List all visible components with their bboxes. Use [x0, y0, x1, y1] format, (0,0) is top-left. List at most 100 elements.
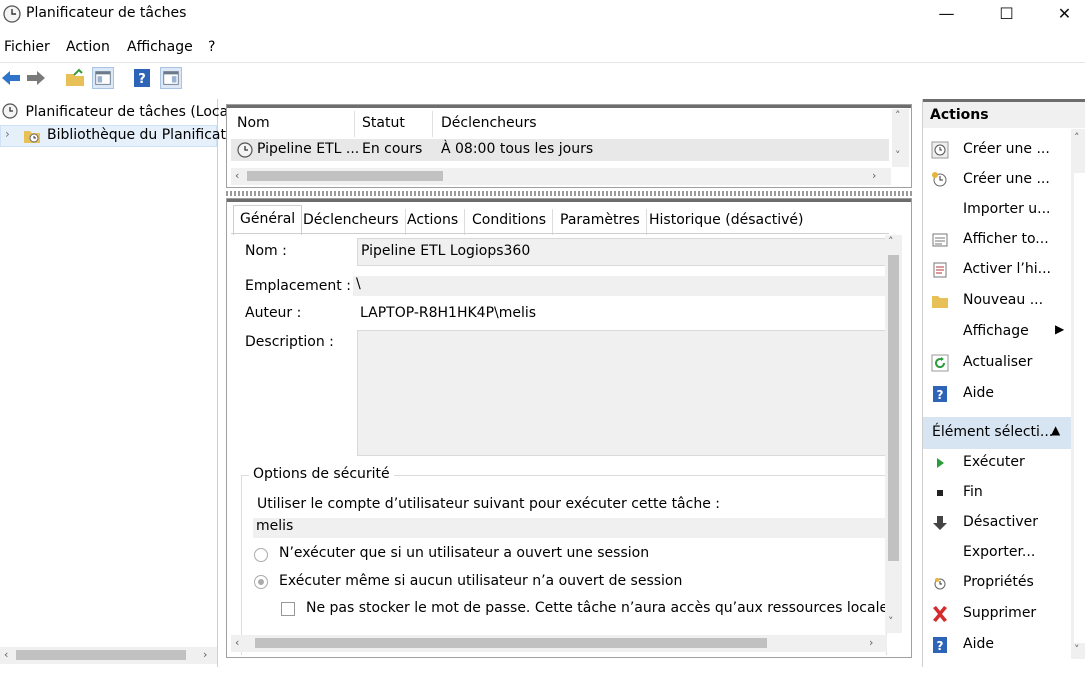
back-arrow-icon[interactable] — [0, 67, 22, 89]
tab-conditions[interactable]: Conditions — [466, 209, 554, 235]
toolbar: ? — [0, 62, 1085, 92]
title-bar: Planificateur de tâches — ☐ ✕ — [0, 0, 1085, 30]
run-icon — [937, 458, 944, 468]
tree-item-root[interactable]: Planificateur de tâches (Local) — [2, 103, 238, 125]
tree-library-label: Bibliothèque du Planificat — [47, 127, 226, 143]
tab-general[interactable]: Général — [233, 205, 303, 235]
user-account-field: melis — [253, 518, 887, 538]
action-label: Désactiver — [963, 514, 1038, 530]
radio-run-logged-on[interactable] — [254, 548, 268, 562]
collapse-arrow-icon[interactable]: ▲ — [1051, 423, 1060, 437]
scroll-right-icon[interactable]: › — [872, 169, 876, 182]
create-task-clock-icon — [931, 141, 949, 159]
menu-bar: Fichier Action Affichage ? — [0, 36, 1085, 60]
help-icon: ? — [933, 637, 947, 653]
show-hide-console-tree-icon[interactable] — [92, 67, 114, 89]
column-header-triggers[interactable]: Déclencheurs — [441, 115, 537, 131]
action-label: Nouveau ... — [963, 292, 1044, 308]
action-new-folder[interactable]: Nouveau ... — [923, 286, 1071, 316]
security-options-legend: Options de sécurité — [249, 466, 394, 482]
scroll-right-icon[interactable]: › — [203, 648, 207, 661]
chevron-right-icon[interactable]: › — [5, 127, 10, 141]
action-properties[interactable]: Propriétés — [923, 568, 1071, 598]
tab-triggers[interactable]: Déclencheurs — [297, 209, 406, 235]
scroll-left-icon[interactable]: ‹ — [4, 648, 8, 661]
action-label: Supprimer — [963, 605, 1037, 621]
action-view[interactable]: Affichage ▶ — [923, 317, 1071, 347]
actions-header: Actions — [923, 102, 1085, 128]
action-disable[interactable]: Désactiver — [923, 508, 1071, 538]
action-enable-history[interactable]: Activer l’hi... — [923, 255, 1071, 285]
action-label: Créer une ... — [963, 171, 1050, 187]
detail-vertical-scrollbar[interactable]: ˄ ˅ — [885, 235, 902, 633]
action-label: Importer u... — [963, 201, 1051, 217]
scroll-left-icon[interactable]: ‹ — [235, 636, 239, 649]
minimize-button[interactable]: — — [918, 0, 975, 30]
detail-horizontal-scrollbar[interactable]: ‹ › — [231, 635, 887, 652]
task-properties-pane: Général Déclencheurs Actions Conditions … — [226, 198, 912, 658]
menu-action[interactable]: Action — [66, 39, 110, 55]
tab-settings[interactable]: Paramètres — [554, 209, 647, 235]
task-list-vertical-scrollbar[interactable]: ˄ ˅ — [892, 109, 909, 167]
scroll-thumb[interactable] — [1074, 173, 1085, 643]
action-run[interactable]: Exécuter — [923, 448, 1071, 478]
svg-text:?: ? — [937, 388, 944, 402]
actions-vertical-scrollbar[interactable]: ˄ ˅ — [1071, 129, 1085, 659]
folder-up-icon[interactable] — [64, 67, 86, 89]
table-row[interactable]: Pipeline ETL ... En cours À 08:00 tous l… — [231, 139, 889, 161]
scroll-down-icon[interactable]: ˅ — [1074, 643, 1080, 656]
tab-history[interactable]: Historique (désactivé) — [643, 209, 810, 235]
pane-splitter[interactable] — [226, 191, 912, 196]
library-folder-icon — [24, 131, 40, 143]
left-horizontal-scrollbar[interactable]: ‹ › — [0, 647, 217, 664]
show-hide-action-pane-icon[interactable] — [160, 67, 182, 89]
action-create-task[interactable]: Créer une ... — [923, 165, 1071, 195]
forward-arrow-icon[interactable] — [25, 67, 47, 89]
column-header-status[interactable]: Statut — [362, 115, 405, 131]
history-icon — [933, 262, 947, 278]
action-help[interactable]: ? Aide — [923, 379, 1071, 409]
action-refresh[interactable]: Actualiser — [923, 348, 1071, 378]
scroll-up-icon[interactable]: ˄ — [1074, 131, 1080, 144]
menu-fichier[interactable]: Fichier — [4, 39, 50, 55]
radio-run-whether-logged[interactable] — [254, 575, 268, 589]
selected-item-header[interactable]: Élément sélecti... ▲ — [923, 417, 1071, 449]
name-field[interactable]: Pipeline ETL Logiops360 — [357, 238, 887, 266]
action-help-selected[interactable]: ? Aide — [923, 630, 1071, 660]
description-label: Description : — [245, 334, 334, 350]
action-end[interactable]: Fin — [923, 478, 1071, 508]
scroll-right-icon[interactable]: › — [869, 636, 873, 649]
clock-icon — [2, 103, 18, 119]
action-create-basic-task[interactable]: Créer une ... — [923, 135, 1071, 165]
action-delete[interactable]: Supprimer — [923, 599, 1071, 629]
scroll-down-icon[interactable]: ˅ — [888, 615, 894, 628]
tree-item-library[interactable]: › Bibliothèque du Planificat — [0, 125, 226, 147]
scroll-up-icon[interactable]: ˄ — [895, 109, 901, 122]
create-task-icon — [932, 172, 947, 187]
action-import-task[interactable]: Importer u... — [923, 195, 1071, 225]
checkbox-do-not-store-password[interactable] — [281, 602, 295, 616]
scroll-down-icon[interactable]: ˅ — [895, 149, 901, 162]
scroll-thumb[interactable] — [247, 171, 443, 181]
column-header-name[interactable]: Nom — [237, 115, 270, 131]
menu-affichage[interactable]: Affichage — [127, 39, 193, 55]
action-export[interactable]: Exporter... — [923, 538, 1071, 568]
description-field[interactable] — [357, 330, 887, 456]
maximize-button[interactable]: ☐ — [978, 0, 1035, 30]
tree-root-label: Planificateur de tâches (Local) — [25, 104, 238, 120]
action-display-all-running[interactable]: Afficher to... — [923, 225, 1071, 255]
scroll-up-icon[interactable]: ˄ — [888, 235, 894, 248]
scroll-thumb[interactable] — [255, 638, 767, 648]
scroll-thumb[interactable] — [16, 650, 186, 660]
tab-actions[interactable]: Actions — [401, 209, 466, 235]
running-tasks-icon — [932, 233, 948, 247]
task-trigger-cell: À 08:00 tous les jours — [441, 141, 594, 157]
scroll-thumb[interactable] — [888, 255, 899, 561]
delete-icon — [933, 606, 947, 622]
close-button[interactable]: ✕ — [1036, 0, 1085, 30]
help-icon[interactable]: ? — [131, 67, 153, 89]
task-list-horizontal-scrollbar[interactable]: ‹ › — [231, 168, 891, 185]
scroll-left-icon[interactable]: ‹ — [235, 169, 239, 182]
menu-help[interactable]: ? — [208, 39, 215, 55]
action-label: Fin — [963, 484, 983, 500]
